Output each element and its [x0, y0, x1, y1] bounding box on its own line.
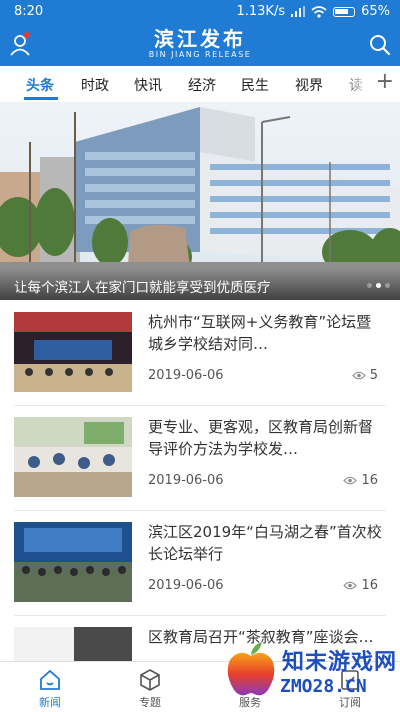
news-title: 更专业、更客观，区教育局创新督导评价方法为学校发… [148, 418, 374, 458]
news-thumbnail [14, 417, 132, 497]
view-count: 5 [352, 368, 378, 383]
carousel-dot [367, 283, 372, 288]
news-date: 2019-06-06 [148, 473, 224, 488]
status-time: 8:20 [14, 4, 44, 19]
app-title: 滨江发布 BIN JIANG RELEASE [0, 28, 400, 60]
nav-news[interactable]: 新闻 [0, 662, 100, 712]
tab-flash[interactable]: 快讯 [134, 75, 162, 95]
carousel-dots [367, 283, 390, 288]
hero-banner[interactable]: 让每个滨江人在家门口就能享受到优质医疗 [0, 102, 400, 300]
cube-icon [140, 669, 160, 691]
news-thumbnail [14, 522, 132, 602]
view-count: 16 [343, 578, 378, 593]
news-thumbnail [14, 312, 132, 392]
app-title-en: BIN JIANG RELEASE [148, 50, 252, 59]
add-tab-icon[interactable]: + [376, 69, 394, 94]
apple-logo-icon [227, 642, 275, 696]
network-speed: 1.13K/s [236, 4, 286, 19]
divider [14, 405, 386, 406]
tabs-fade [340, 66, 370, 102]
view-count-value: 16 [361, 473, 378, 488]
nav-label: 专题 [139, 696, 161, 709]
news-thumbnail [14, 627, 132, 661]
tab-politics[interactable]: 时政 [81, 75, 109, 95]
eye-icon [343, 476, 358, 485]
watermark-name: 知末游戏网 [282, 650, 398, 675]
carousel-dot-active [376, 283, 381, 288]
news-title: 滨江区2019年“白马湖之春”首次校长论坛举行 [148, 523, 382, 563]
divider [14, 615, 386, 616]
signal-icon [291, 6, 306, 17]
status-indicators: 1.13K/s 65% [236, 4, 390, 19]
news-date: 2019-06-06 [148, 368, 224, 383]
news-title: 杭州市“互联网+义务教育”论坛暨城乡学校结对同… [148, 313, 372, 353]
news-item[interactable]: 更专业、更客观，区教育局创新督导评价方法为学校发… 2019-06-06 16 [0, 408, 400, 514]
status-bar: 8:20 1.13K/s 65% [0, 0, 400, 24]
tab-economy[interactable]: 经济 [188, 75, 216, 95]
view-count: 16 [343, 473, 378, 488]
news-item[interactable]: 杭州市“互联网+义务教育”论坛暨城乡学校结对同… 2019-06-06 5 [0, 303, 400, 409]
tab-livelihood[interactable]: 民生 [241, 75, 269, 95]
tab-vision[interactable]: 视界 [295, 75, 323, 95]
battery-icon [333, 6, 356, 17]
search-icon[interactable] [368, 33, 392, 57]
category-tabs: 头条 时政 快讯 经济 民生 视界 读 + [0, 66, 400, 103]
app-header: 滨江发布 BIN JIANG RELEASE [0, 24, 400, 66]
carousel-dot [385, 283, 390, 288]
eye-icon [343, 581, 358, 590]
divider [14, 510, 386, 511]
nav-label: 新闻 [39, 696, 61, 709]
nav-topics[interactable]: 专题 [100, 662, 200, 712]
tab-headlines[interactable]: 头条 [26, 75, 54, 95]
news-date: 2019-06-06 [148, 578, 224, 593]
site-watermark: 知末游戏网 ZMO28.CN [218, 638, 400, 704]
wifi-icon [311, 5, 327, 18]
app-title-cn: 滨江发布 [154, 27, 246, 51]
eye-icon [352, 371, 366, 380]
home-icon [40, 669, 60, 690]
banner-caption-bar: 让每个滨江人在家门口就能享受到优质医疗 [0, 268, 400, 300]
active-tab-indicator [24, 97, 58, 100]
battery-level: 65% [361, 4, 390, 19]
news-item[interactable]: 滨江区2019年“白马湖之春”首次校长论坛举行 2019-06-06 16 [0, 513, 400, 619]
view-count-value: 5 [369, 368, 378, 383]
watermark-url: ZMO28.CN [280, 676, 367, 697]
banner-caption: 让每个滨江人在家门口就能享受到优质医疗 [14, 280, 271, 296]
view-count-value: 16 [361, 578, 378, 593]
